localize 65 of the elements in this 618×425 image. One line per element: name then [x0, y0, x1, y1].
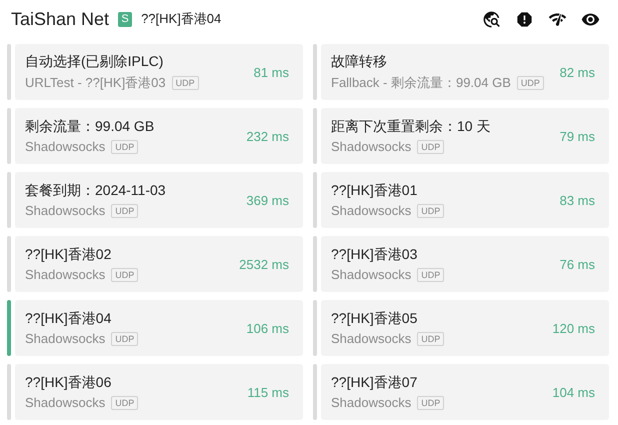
latency: 83 ms [560, 192, 595, 208]
latency: 2532 ms [239, 256, 289, 272]
proxy-type: Shadowsocks [25, 139, 106, 154]
proxy-type: Shadowsocks [331, 331, 412, 346]
latency: 76 ms [560, 256, 595, 272]
proxy-name: ??[HK]香港06 [25, 374, 112, 392]
udp-tag: UDP [417, 396, 444, 410]
udp-tag: UDP [111, 268, 138, 282]
proxy-card[interactable]: ??[HK]香港07 Shadowsocks UDP 104 ms [321, 364, 609, 420]
udp-tag: UDP [111, 396, 138, 410]
proxy-card[interactable]: ??[HK]香港05 Shadowsocks UDP 120 ms [321, 300, 609, 356]
proxy-card[interactable]: 套餐到期：2024-11-03 Shadowsocks UDP 369 ms [15, 172, 303, 228]
udp-tag: UDP [172, 76, 199, 90]
proxy-type: Shadowsocks [25, 203, 106, 218]
udp-tag: UDP [111, 204, 138, 218]
alert-icon[interactable] [515, 10, 534, 28]
latency: 104 ms [552, 384, 595, 400]
proxy-card[interactable]: 剩余流量：99.04 GB Shadowsocks UDP 232 ms [15, 108, 303, 164]
proxy-type: Shadowsocks [25, 331, 106, 346]
proxy-type: Shadowsocks [331, 139, 412, 154]
proxy-name: 自动选择(已剔除IPLC) [25, 52, 164, 70]
proxy-name: 故障转移 [331, 52, 388, 70]
proxy-card[interactable]: 自动选择(已剔除IPLC) URLTest - ??[HK]香港03 UDP 81 ms [15, 44, 303, 100]
latency: 232 ms [246, 128, 289, 144]
latency: 120 ms [552, 320, 595, 336]
latency: 79 ms [560, 128, 595, 144]
current-proxy: ??[HK]香港04 [141, 10, 222, 28]
proxy-card[interactable]: ??[HK]香港02 Shadowsocks UDP 2532 ms [15, 236, 303, 292]
proxy-name: ??[HK]香港02 [25, 246, 112, 264]
latency: 82 ms [560, 64, 595, 80]
proxy-type: Shadowsocks [331, 203, 412, 218]
proxy-type: Fallback - 剩余流量：99.04 GB [331, 74, 511, 92]
proxy-name: 剩余流量：99.04 GB [25, 118, 156, 136]
proxy-name: ??[HK]香港05 [331, 310, 418, 328]
proxy-card[interactable]: ??[HK]香港01 Shadowsocks UDP 83 ms [321, 172, 609, 228]
proxy-name: ??[HK]香港04 [25, 310, 112, 328]
latency: 115 ms [247, 384, 289, 400]
udp-tag: UDP [516, 76, 544, 90]
udp-tag: UDP [417, 204, 444, 218]
proxy-type: Shadowsocks [25, 267, 106, 282]
udp-tag: UDP [417, 268, 444, 282]
proxy-name: ??[HK]香港07 [331, 374, 418, 392]
udp-tag: UDP [111, 140, 138, 154]
proxy-card[interactable]: ??[HK]香港04 Shadowsocks UDP 106 ms [15, 300, 303, 356]
proxy-card[interactable]: 距离下次重置剩余：10 天 Shadowsocks UDP 79 ms [321, 108, 609, 164]
proxy-name: 套餐到期：2024-11-03 [25, 182, 167, 200]
proxy-type: Shadowsocks [331, 395, 412, 410]
latency: 369 ms [246, 192, 289, 208]
udp-tag: UDP [417, 140, 444, 154]
proxy-card[interactable]: 故障转移 Fallback - 剩余流量：99.04 GB UDP 82 ms [321, 44, 609, 100]
proxy-name: 距离下次重置剩余：10 天 [331, 118, 492, 136]
proxy-type: Shadowsocks [25, 395, 106, 410]
proxy-card[interactable]: ??[HK]香港03 Shadowsocks UDP 76 ms [321, 236, 609, 292]
proxy-name: ??[HK]香港03 [331, 246, 418, 264]
proxy-type: Shadowsocks [331, 267, 412, 282]
proxy-type: URLTest - ??[HK]香港03 [25, 74, 166, 92]
network-search-icon[interactable] [482, 10, 501, 28]
udp-tag: UDP [111, 332, 138, 346]
udp-tag: UDP [417, 332, 444, 346]
proxy-card[interactable]: ??[HK]香港06 Shadowsocks UDP 115 ms [15, 364, 303, 420]
latency: 106 ms [246, 320, 289, 336]
latency: 81 ms [254, 64, 289, 80]
proxy-name: ??[HK]香港01 [331, 182, 418, 200]
type-badge: S [118, 12, 132, 26]
app-title: TaiShan Net [11, 8, 110, 30]
